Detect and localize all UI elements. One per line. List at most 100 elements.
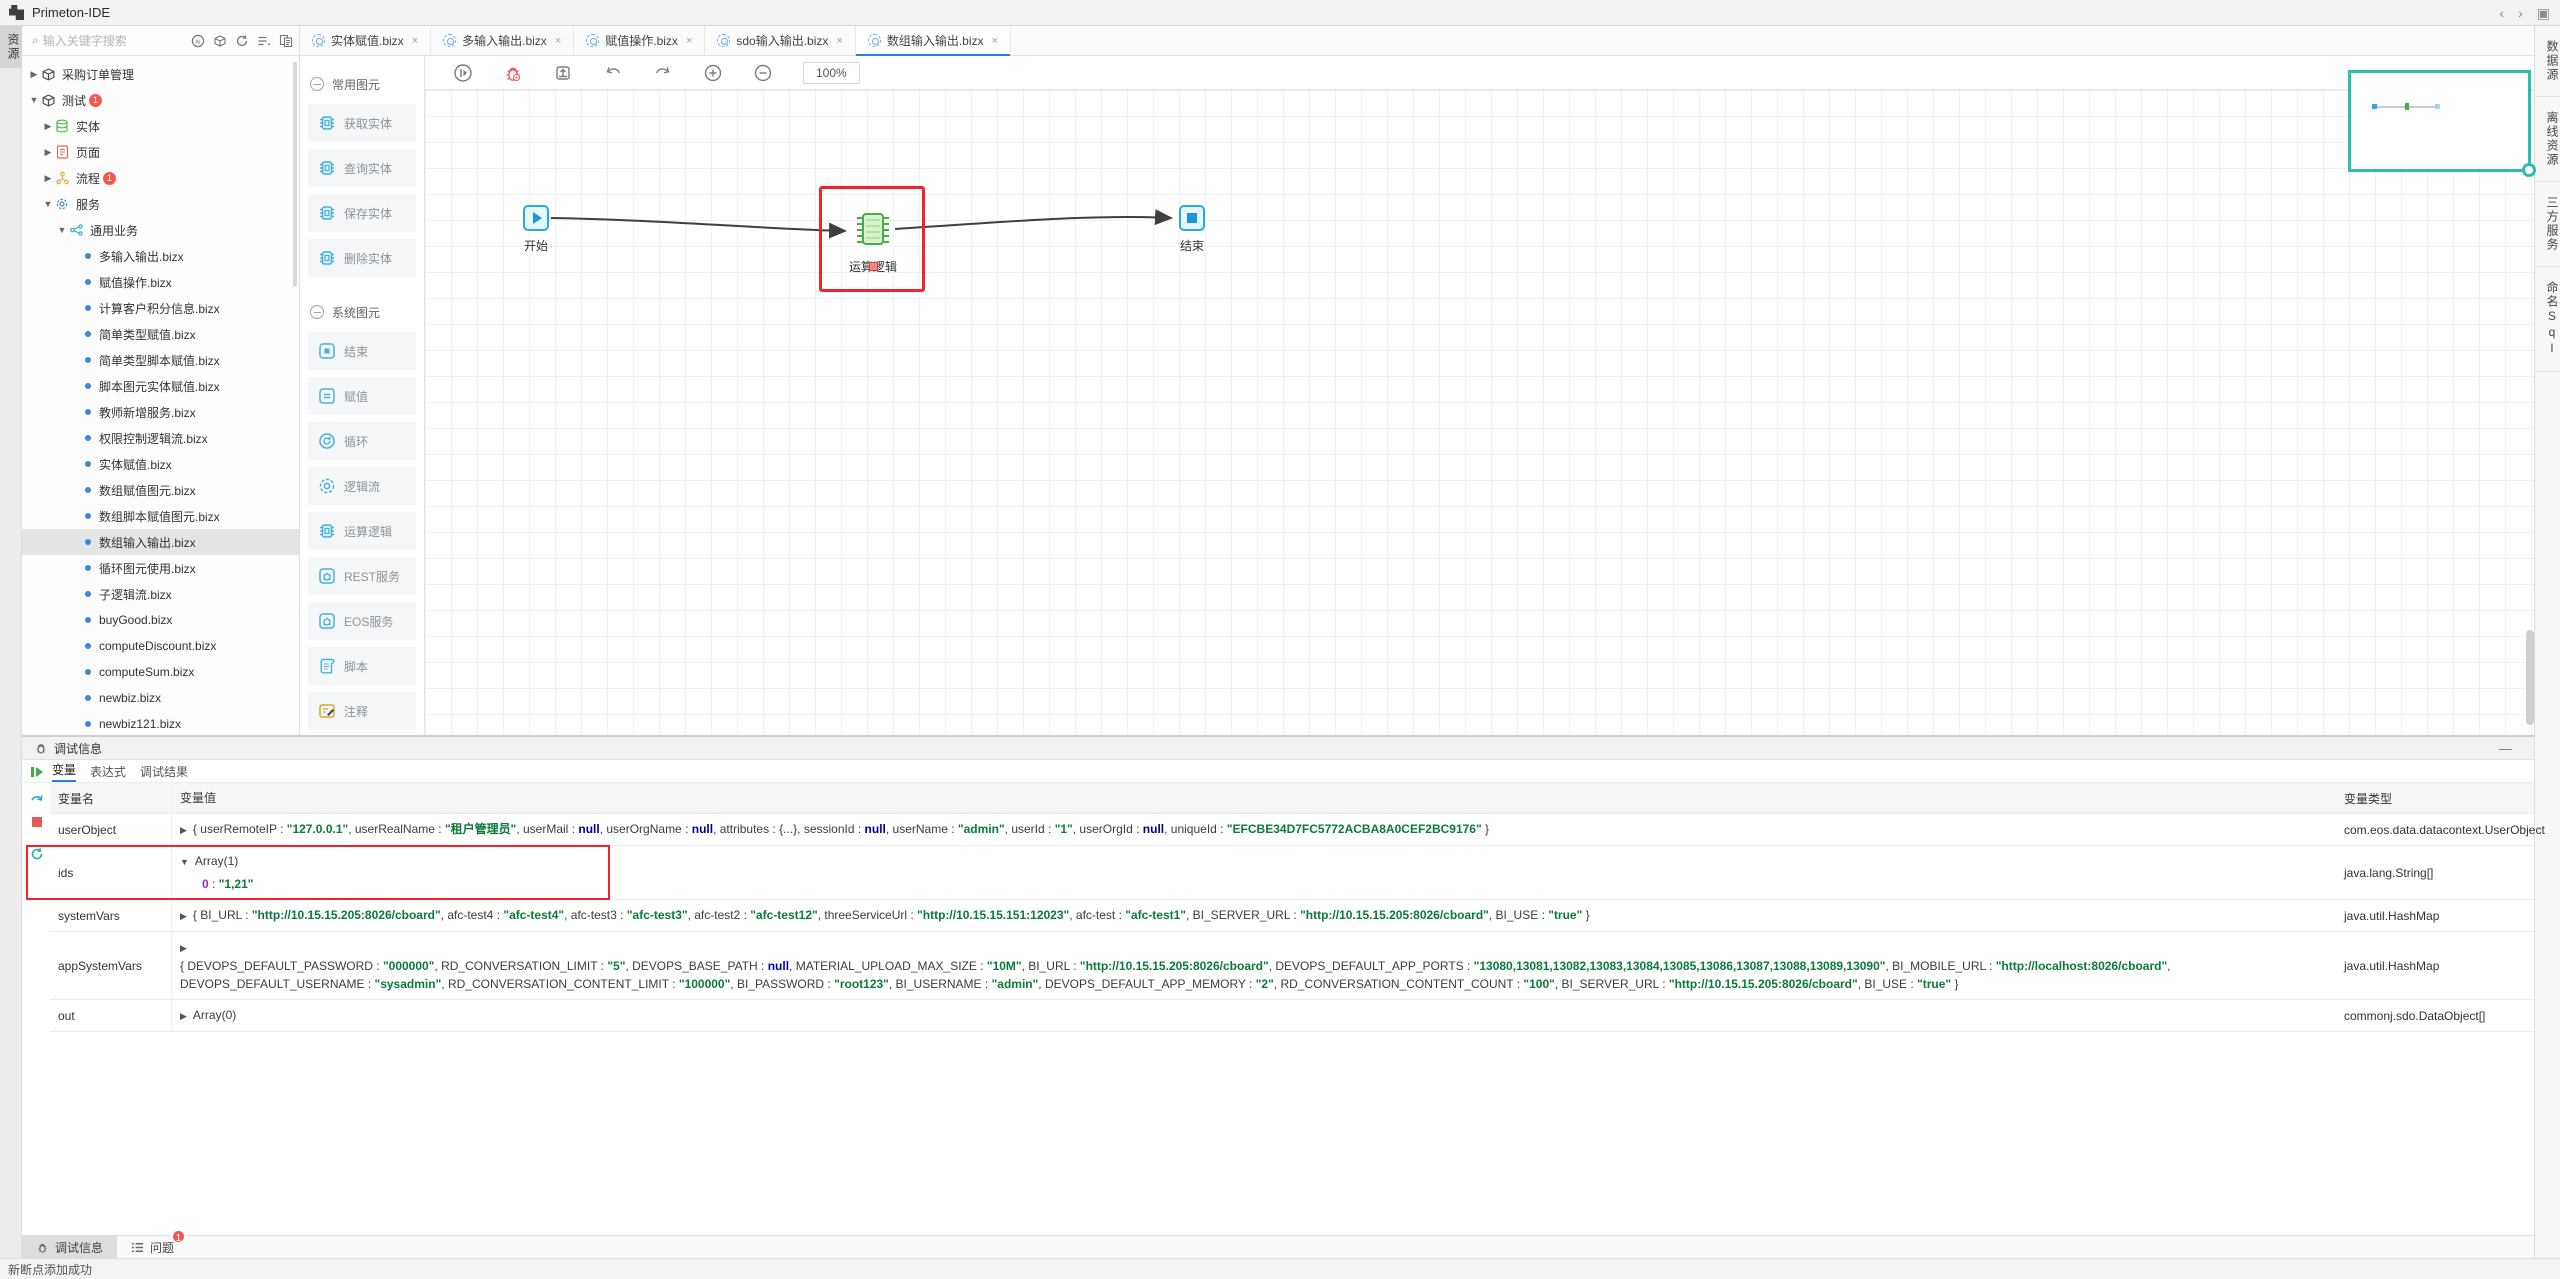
tree-expander-icon[interactable]: ▶ bbox=[42, 121, 54, 132]
undo-icon[interactable] bbox=[603, 63, 623, 83]
rail-tab-2[interactable]: 三方服务 bbox=[2535, 182, 2560, 267]
palette-item[interactable]: 赋值 bbox=[308, 377, 416, 415]
package-icon[interactable] bbox=[212, 33, 227, 48]
palette-item[interactable]: 保存实体 bbox=[308, 194, 416, 232]
tree-item-file[interactable]: 多输入输出.bizx bbox=[22, 243, 299, 269]
palette-item[interactable]: 运算逻辑 bbox=[308, 512, 416, 550]
tree-item-file[interactable]: 数组输入输出.bizx bbox=[22, 529, 299, 555]
rerun-icon[interactable] bbox=[30, 847, 44, 861]
variable-row[interactable]: out▶Array(0)commonj.sdo.DataObject[] bbox=[50, 1000, 2534, 1032]
bottom-tab-problems[interactable]: 问题 1 bbox=[117, 1236, 188, 1258]
tree-expander-icon[interactable]: ▶ bbox=[28, 69, 40, 80]
node-start[interactable]: 开始 bbox=[523, 205, 549, 254]
tree-item-folder[interactable]: ▶采购订单管理 bbox=[22, 61, 299, 87]
close-icon[interactable]: × bbox=[992, 35, 998, 47]
variable-row[interactable]: userObject▶{ userRemoteIP : "127.0.0.1",… bbox=[50, 814, 2534, 846]
tree-item-file[interactable]: 数组脚本赋值图元.bizx bbox=[22, 503, 299, 529]
tree-item-file[interactable]: 简单类型赋值.bizx bbox=[22, 321, 299, 347]
stop-icon[interactable] bbox=[30, 815, 44, 829]
palette-item[interactable]: 获取实体 bbox=[308, 104, 416, 142]
palette-item[interactable]: 删除实体 bbox=[308, 239, 416, 277]
minimap-resize-handle[interactable] bbox=[2522, 163, 2536, 177]
tree-expander-icon[interactable]: ▼ bbox=[28, 95, 40, 105]
tree-item-folder[interactable]: ▶流程1 bbox=[22, 165, 299, 191]
palette-item[interactable]: 查询实体 bbox=[308, 149, 416, 187]
tree-item-folder[interactable]: ▼测试1 bbox=[22, 87, 299, 113]
deploy-icon[interactable] bbox=[553, 63, 573, 83]
editor-tab[interactable]: 数组输入输出.bizx× bbox=[856, 26, 1011, 55]
variable-row[interactable]: ids▼Array(1)0 : "1,21"java.lang.String[] bbox=[50, 846, 2534, 900]
palette-item[interactable]: REST服务 bbox=[308, 557, 416, 595]
tree-expander-icon[interactable]: ▶ bbox=[42, 147, 54, 158]
compare-icon[interactable] bbox=[278, 33, 293, 48]
flow-canvas[interactable]: 开始 运算逻辑 结束 bbox=[425, 90, 2534, 735]
canvas-scrollbar[interactable] bbox=[2526, 630, 2534, 725]
tree-item-file[interactable]: 计算客户积分信息.bizx bbox=[22, 295, 299, 321]
tree-expander-icon[interactable]: ▶ bbox=[42, 173, 54, 184]
rail-tab-resources[interactable]: 资源 bbox=[0, 26, 22, 68]
palette-group-header[interactable]: 常用图元 bbox=[310, 70, 416, 98]
zoom-out-icon[interactable] bbox=[753, 63, 773, 83]
tree-expander-icon[interactable]: ▼ bbox=[42, 199, 54, 209]
tree-scrollbar[interactable] bbox=[293, 62, 297, 287]
palette-group-header[interactable]: 系统图元 bbox=[310, 298, 416, 326]
tree-item-file[interactable]: computeDiscount.bizx bbox=[22, 633, 299, 659]
tree-item-file[interactable]: 教师新增服务.bizx bbox=[22, 399, 299, 425]
close-icon[interactable]: × bbox=[836, 35, 842, 47]
layout-icon[interactable]: ▣ bbox=[2537, 5, 2550, 22]
tree-item-file[interactable]: 循环图元使用.bizx bbox=[22, 555, 299, 581]
variable-row[interactable]: appSystemVars▶{ DEVOPS_DEFAULT_PASSWORD … bbox=[50, 932, 2534, 1000]
nav-back-icon[interactable]: ‹ bbox=[2499, 5, 2504, 21]
palette-item[interactable]: 循环 bbox=[308, 422, 416, 460]
debug-icon[interactable] bbox=[503, 63, 523, 83]
tree-item-folder[interactable]: ▼服务 bbox=[22, 191, 299, 217]
editor-tab[interactable]: 实体赋值.bizx× bbox=[300, 26, 431, 55]
run-icon[interactable] bbox=[453, 63, 473, 83]
node-end[interactable]: 结束 bbox=[1179, 205, 1205, 254]
variable-row[interactable]: systemVars▶{ BI_URL : "http://10.15.15.2… bbox=[50, 900, 2534, 932]
tree-item-file[interactable]: 简单类型脚本赋值.bizx bbox=[22, 347, 299, 373]
palette-item[interactable]: 逻辑流 bbox=[308, 467, 416, 505]
minimap[interactable] bbox=[2348, 70, 2531, 172]
debug-tab[interactable]: 表达式 bbox=[90, 763, 126, 780]
search-input[interactable] bbox=[43, 34, 161, 48]
tree-item-file[interactable]: computeSum.bizx bbox=[22, 659, 299, 685]
rail-tab-0[interactable]: 数据源 bbox=[2535, 26, 2560, 97]
debug-tab[interactable]: 变量 bbox=[52, 761, 76, 782]
rail-tab-3[interactable]: 命名Sql bbox=[2535, 267, 2560, 372]
tree-item-file[interactable]: 权限控制逻辑流.bizx bbox=[22, 425, 299, 451]
palette-item[interactable]: EOS服务 bbox=[308, 602, 416, 640]
ai-icon[interactable]: AI bbox=[190, 33, 205, 48]
collapse-panel-icon[interactable]: — bbox=[2499, 741, 2512, 756]
tree-item-file[interactable]: 数组赋值图元.bizx bbox=[22, 477, 299, 503]
palette-item[interactable]: 脚本 bbox=[308, 647, 416, 685]
tree-item-folder[interactable]: ▶页面 bbox=[22, 139, 299, 165]
editor-tab[interactable]: sdo输入输出.bizx× bbox=[705, 26, 855, 55]
sort-icon[interactable] bbox=[256, 33, 271, 48]
tree-item-file[interactable]: 实体赋值.bizx bbox=[22, 451, 299, 477]
tree-item-folder[interactable]: ▼通用业务 bbox=[22, 217, 299, 243]
refresh-icon[interactable] bbox=[234, 33, 249, 48]
zoom-level[interactable]: 100% bbox=[803, 62, 860, 84]
close-icon[interactable]: × bbox=[686, 35, 692, 47]
resume-icon[interactable] bbox=[30, 765, 44, 779]
close-icon[interactable]: × bbox=[555, 35, 561, 47]
zoom-in-icon[interactable] bbox=[703, 63, 723, 83]
redo-icon[interactable] bbox=[653, 63, 673, 83]
debug-tab[interactable]: 调试结果 bbox=[140, 763, 188, 780]
tree-item-folder[interactable]: ▶实体 bbox=[22, 113, 299, 139]
tree-item-file[interactable]: newbiz.bizx bbox=[22, 685, 299, 711]
close-icon[interactable]: × bbox=[412, 35, 418, 47]
tree-item-file[interactable]: newbiz121.bizx bbox=[22, 711, 299, 734]
bottom-tab-debug[interactable]: 调试信息 bbox=[22, 1236, 117, 1258]
rail-tab-1[interactable]: 离线资源 bbox=[2535, 97, 2560, 182]
tree-item-file[interactable]: 脚本图元实体赋值.bizx bbox=[22, 373, 299, 399]
nav-forward-icon[interactable]: › bbox=[2518, 5, 2523, 21]
step-icon[interactable] bbox=[30, 791, 44, 805]
editor-tab[interactable]: 多输入输出.bizx× bbox=[431, 26, 574, 55]
tree-item-file[interactable]: 赋值操作.bizx bbox=[22, 269, 299, 295]
tree-expander-icon[interactable]: ▼ bbox=[56, 225, 68, 235]
palette-item[interactable]: 注释 bbox=[308, 692, 416, 730]
palette-item[interactable]: 结束 bbox=[308, 332, 416, 370]
editor-tab[interactable]: 赋值操作.bizx× bbox=[574, 26, 705, 55]
